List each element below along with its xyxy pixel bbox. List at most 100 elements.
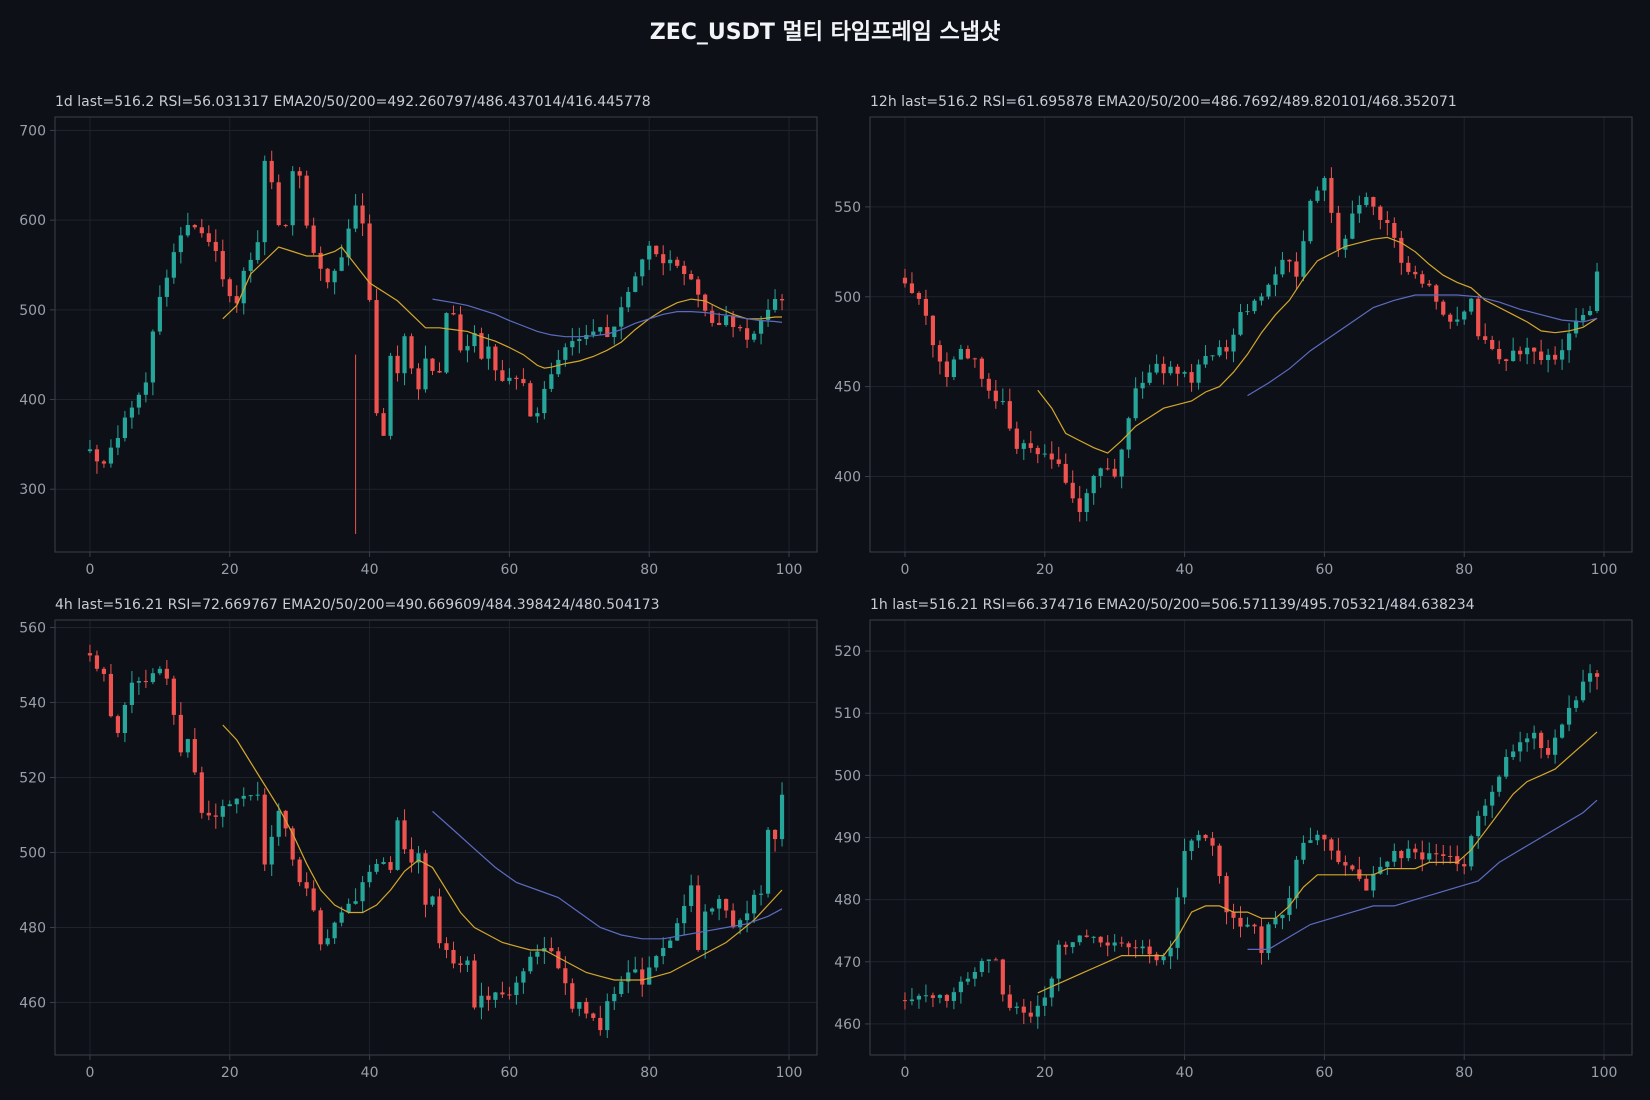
candle-body <box>1343 862 1348 866</box>
candle-body <box>724 315 729 326</box>
candle-body <box>339 912 344 923</box>
candle-body <box>951 992 956 1001</box>
candle-body <box>1539 732 1544 749</box>
candle-body <box>304 882 309 889</box>
y-tick-label: 600 <box>19 213 46 229</box>
candle-body <box>486 995 491 1000</box>
y-tick-label: 460 <box>834 1017 861 1033</box>
candle-body <box>1063 463 1068 483</box>
candle-body <box>751 333 757 340</box>
y-tick-label: 500 <box>834 290 861 306</box>
candle-body <box>1357 869 1362 879</box>
x-tick-label: 100 <box>776 1065 803 1081</box>
candle-body <box>1056 944 1061 979</box>
y-tick-label: 520 <box>19 771 46 787</box>
candle-body <box>1049 453 1054 460</box>
candle-body <box>1413 848 1418 853</box>
candle-body <box>171 252 176 278</box>
candle-body <box>570 983 575 1009</box>
candle-body <box>514 377 519 379</box>
candle-body <box>1301 842 1306 860</box>
candle-body <box>1559 724 1565 738</box>
candle-body <box>101 668 107 674</box>
candle-body <box>668 259 673 264</box>
ema20-line <box>1037 731 1598 994</box>
candle-body <box>765 829 771 894</box>
candle-body <box>1007 994 1012 1008</box>
candle-body <box>1028 1012 1033 1017</box>
candle-body <box>958 981 963 993</box>
candle-body <box>1007 401 1012 429</box>
candle-body <box>185 225 190 236</box>
candle-body <box>220 806 225 817</box>
candle-body <box>521 378 526 384</box>
candle-body <box>192 225 197 228</box>
candle-body <box>675 923 680 941</box>
candle-body <box>143 382 148 395</box>
candle-body <box>465 960 470 965</box>
candle-body <box>374 863 379 872</box>
candle-body <box>1350 865 1355 870</box>
candle-body <box>647 245 652 260</box>
y-tick-label: 480 <box>19 921 46 937</box>
candle-body <box>1364 197 1369 206</box>
candle-body <box>1539 351 1544 360</box>
plot-frame <box>54 116 818 553</box>
plot-frame <box>869 116 1633 553</box>
candle-body <box>1182 372 1187 374</box>
candle-body <box>171 678 176 715</box>
candle-body <box>584 1001 589 1014</box>
x-tick-label: 100 <box>1591 562 1618 578</box>
candle-body <box>696 279 701 295</box>
candle-body <box>1427 853 1432 860</box>
candle-body <box>1210 355 1215 357</box>
candle-body <box>262 160 267 243</box>
candle-body <box>1594 271 1600 312</box>
candle-body <box>1294 859 1299 899</box>
candle-body <box>993 390 998 402</box>
candle-body <box>1021 1006 1026 1013</box>
candle-body <box>654 956 659 968</box>
candle-body <box>1469 298 1474 312</box>
candle-body <box>570 341 575 348</box>
candle-body <box>1448 314 1453 322</box>
candle-body <box>1587 673 1593 682</box>
candle-body <box>1420 852 1425 860</box>
candle-body <box>346 228 351 258</box>
candle-body <box>1573 700 1579 708</box>
candle-body <box>101 461 107 464</box>
candle-body <box>129 682 134 705</box>
candle-body <box>535 951 540 957</box>
candle-body <box>1294 261 1299 277</box>
candle-body <box>731 910 736 928</box>
ema20-line <box>222 246 782 369</box>
candle-body <box>1091 475 1096 494</box>
candle-body <box>909 283 915 293</box>
candle-body <box>916 292 922 299</box>
candle-body <box>703 294 708 311</box>
candle-body <box>1245 311 1250 313</box>
candle-body <box>262 794 267 865</box>
candle-body <box>416 368 421 390</box>
candle-body <box>388 355 393 436</box>
candle-body <box>556 359 561 375</box>
chart-panel-1h: 1h last=516.21 RSI=66.374716 EMA20/50/20… <box>834 597 1633 1081</box>
candle-body <box>87 449 93 452</box>
candle-body <box>1168 366 1173 374</box>
x-tick-label: 0 <box>900 1065 909 1081</box>
candle-body <box>514 982 519 995</box>
candle-body <box>965 348 970 359</box>
candle-body <box>1140 946 1145 949</box>
y-tick-label: 300 <box>19 482 46 498</box>
candle-body <box>1580 315 1586 321</box>
y-tick-label: 520 <box>834 644 861 660</box>
candle-body <box>1224 876 1229 913</box>
candle-body <box>507 377 512 381</box>
ema50-line <box>1247 799 1598 950</box>
candle-body <box>521 971 526 983</box>
candle-body <box>241 795 246 799</box>
candle-body <box>633 276 638 292</box>
candle-body <box>1497 776 1502 792</box>
candle-body <box>143 681 148 683</box>
candle-body <box>1532 347 1537 352</box>
